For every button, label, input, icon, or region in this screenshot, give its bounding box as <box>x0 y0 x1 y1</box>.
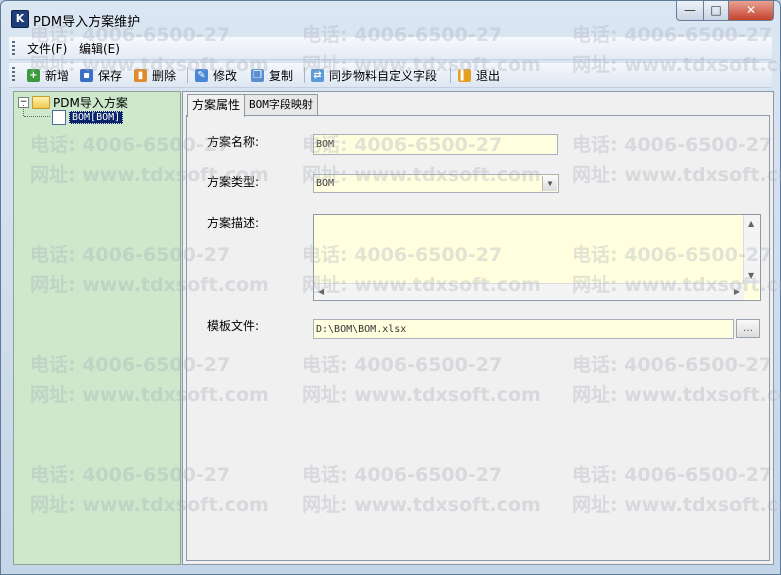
pencil-icon: ✎ <box>195 68 208 82</box>
scheme-type-select[interactable]: BOM ▼ <box>313 174 559 193</box>
app-logo-icon: K <box>11 10 29 28</box>
tree-connector <box>23 105 25 116</box>
browse-file-button[interactable]: … <box>736 319 760 338</box>
horizontal-scrollbar[interactable]: ◀ ▶ <box>314 283 744 300</box>
copy-label: 复制 <box>269 68 294 83</box>
tab-content: 方案名称: BOM 方案类型: BOM ▼ 方案描述: ▲ ▼ ◀ ▶ 模板文件… <box>186 115 770 561</box>
toolbar-grip-icon[interactable] <box>12 67 15 82</box>
tree-root-label: PDM导入方案 <box>53 96 128 110</box>
menu-grip-icon[interactable] <box>12 41 15 56</box>
detail-panel: 方案属性 BOM字段映射 方案名称: BOM 方案类型: BOM ▼ 方案描述:… <box>182 91 774 565</box>
scroll-right-icon[interactable]: ▶ <box>734 287 740 296</box>
document-icon <box>52 110 66 125</box>
maximize-button[interactable]: □ <box>704 1 729 21</box>
scheme-type-value: BOM <box>316 178 335 189</box>
floppy-disk-icon: ▪ <box>80 68 93 82</box>
menu-file[interactable]: 文件(F) <box>27 40 67 57</box>
sync-fields-button[interactable]: ⇄ 同步物料自定义字段 <box>311 66 437 84</box>
new-button[interactable]: + 新增 <box>27 66 69 84</box>
tree-root-node[interactable]: − PDM导入方案 <box>18 94 128 111</box>
modify-label: 修改 <box>213 68 238 83</box>
main-window: K PDM导入方案维护 — □ ✕ 文件(F) 编辑(E) + 新增 ▪ 保存 … <box>0 0 781 575</box>
tab-scheme-properties[interactable]: 方案属性 <box>187 94 246 117</box>
menu-edit[interactable]: 编辑(E) <box>79 40 120 57</box>
minimize-button[interactable]: — <box>676 1 704 21</box>
copy-button[interactable]: ❐ 复制 <box>251 66 293 84</box>
toolbar-separator <box>304 67 305 83</box>
sync-label: 同步物料自定义字段 <box>329 68 438 83</box>
exit-button[interactable]: ▍ 退出 <box>458 66 500 84</box>
scheme-name-label: 方案名称: <box>207 135 260 149</box>
plus-icon: + <box>27 68 40 82</box>
copy-icon: ❐ <box>251 68 264 82</box>
tab-strip: 方案属性 BOM字段映射 <box>187 94 318 117</box>
toolbar: + 新增 ▪ 保存 ▮ 删除 ✎ 修改 ❐ 复制 ⇄ 同步物料自定义字段 ▍ 退… <box>9 63 772 88</box>
exit-door-icon: ▍ <box>458 68 471 82</box>
tab-bom-field-mapping[interactable]: BOM字段映射 <box>244 94 318 115</box>
title-bar[interactable]: K PDM导入方案维护 — □ ✕ <box>1 1 780 33</box>
vertical-scrollbar[interactable]: ▲ ▼ <box>743 215 760 284</box>
menu-bar: 文件(F) 编辑(E) <box>9 37 772 60</box>
toolbar-separator <box>450 67 451 83</box>
new-label: 新增 <box>45 68 70 83</box>
tree-node-bom[interactable]: BOM[BOM] <box>52 110 124 125</box>
modify-button[interactable]: ✎ 修改 <box>195 66 237 84</box>
delete-label: 删除 <box>152 68 177 83</box>
scheme-name-input[interactable]: BOM <box>313 134 558 155</box>
save-button[interactable]: ▪ 保存 <box>80 66 122 84</box>
template-file-label: 模板文件: <box>207 319 260 333</box>
sync-icon: ⇄ <box>311 68 324 82</box>
tree-node-label: BOM[BOM] <box>69 111 124 124</box>
window-title: PDM导入方案维护 <box>33 15 141 30</box>
scheme-desc-label: 方案描述: <box>207 216 260 230</box>
tree-connector <box>24 116 50 118</box>
ellipsis-icon: … <box>743 323 753 334</box>
scroll-down-icon[interactable]: ▼ <box>748 271 754 280</box>
close-button[interactable]: ✕ <box>729 1 774 21</box>
scheme-type-label: 方案类型: <box>207 175 260 189</box>
template-file-input[interactable]: D:\BOM\BOM.xlsx <box>313 319 734 339</box>
delete-button[interactable]: ▮ 删除 <box>134 66 176 84</box>
scroll-up-icon[interactable]: ▲ <box>748 219 754 228</box>
window-controls: — □ ✕ <box>676 1 774 21</box>
exit-label: 退出 <box>476 68 501 83</box>
toolbar-separator <box>187 67 188 83</box>
chevron-down-icon[interactable]: ▼ <box>542 176 557 191</box>
scroll-left-icon[interactable]: ◀ <box>318 287 324 296</box>
save-label: 保存 <box>98 68 123 83</box>
trash-icon: ▮ <box>134 68 147 82</box>
scheme-desc-textarea[interactable]: ▲ ▼ ◀ ▶ <box>313 214 761 301</box>
scheme-tree[interactable]: − PDM导入方案 BOM[BOM] <box>13 91 181 565</box>
folder-icon <box>32 96 50 109</box>
